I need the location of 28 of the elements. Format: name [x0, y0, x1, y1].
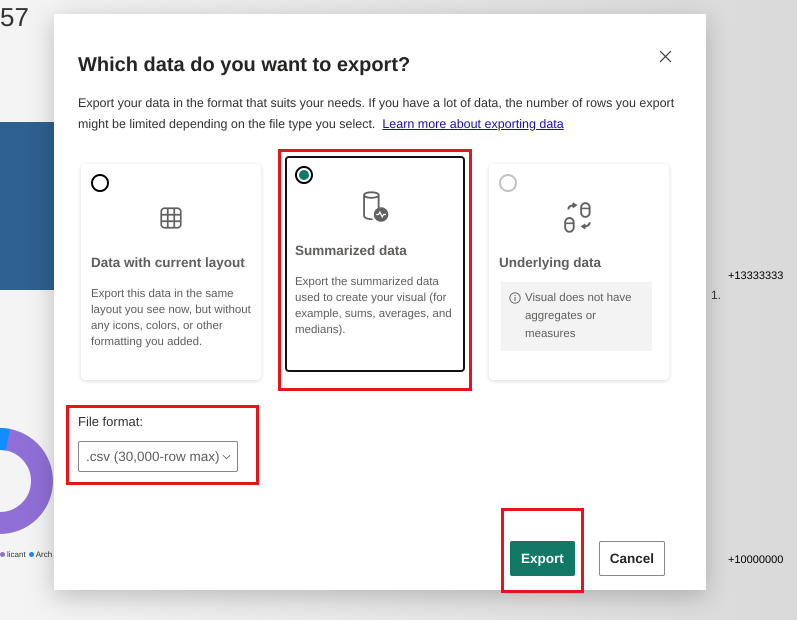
table-cell: +13333333 — [728, 270, 784, 282]
dialog-title: Which data do you want to export? — [78, 54, 410, 77]
info-note-text: Visual does not have aggregates or measures — [525, 291, 633, 342]
kpi-value: 57 — [0, 2, 29, 33]
option-title: Underlying data — [499, 255, 602, 270]
dialog-button[interactable]: Cancel — [598, 541, 665, 576]
close-icon[interactable] — [659, 50, 672, 63]
radio-button[interactable] — [91, 174, 109, 192]
file-format-label: File format: — [78, 414, 144, 429]
radio-button[interactable] — [295, 166, 313, 184]
option-description: Export this data in the same layout you see now, but without any icons, colors, or other formatting you added. — [91, 287, 251, 350]
option-title: Summarized data — [295, 243, 408, 258]
table-cell: +10000000 — [728, 554, 784, 566]
legend-label: Arch — [36, 550, 52, 559]
table-grid-icon — [158, 205, 184, 231]
info-icon — [509, 292, 521, 304]
option-title: Data with current layout — [91, 255, 246, 270]
table-cell: 1. — [711, 288, 722, 302]
learn-more-link[interactable]: Learn more about exporting data — [382, 117, 564, 131]
option-description: Export the summarized data used to create your visual (for example, sums, averages, and medians). — [295, 275, 453, 338]
export-option-card[interactable]: Data with current layout Export this data in the same layout you see now, but without any icons, colors, or other formatting you added. — [81, 164, 261, 380]
export-option-card[interactable]: Summarized data Export the summarized data used to create your visual (for example, sums, averages, and medians). — [285, 156, 465, 372]
dialog-button[interactable]: Export — [510, 541, 575, 576]
chevron-down-icon — [222, 454, 231, 460]
dialog-description: Export your data in the format that suits your needs. If you have a lot of data, the number of rows you export might be limited depending on the file type you select. Learn more about exporting data — [78, 95, 676, 133]
legend-label: licant — [7, 550, 26, 559]
database-pulse-icon — [360, 189, 390, 223]
file-format-dropdown[interactable]: .csv (30,000-row max) — [78, 441, 238, 472]
